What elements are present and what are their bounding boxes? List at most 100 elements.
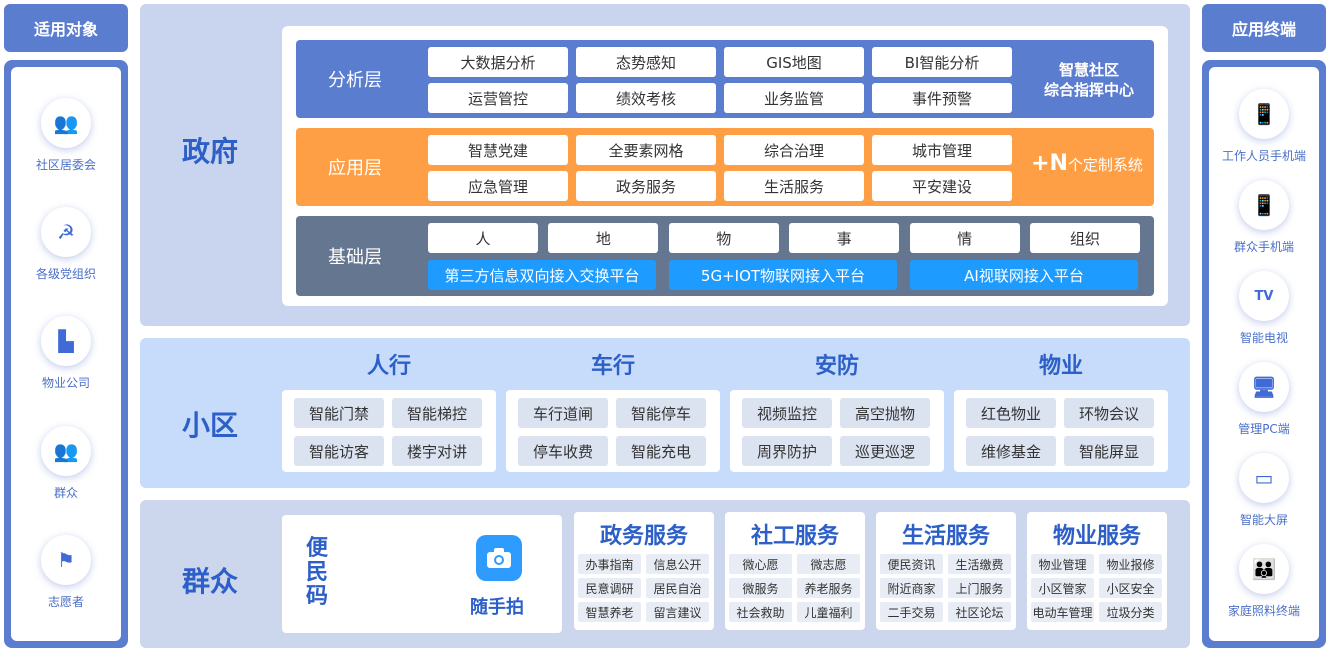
service-item[interactable]: 上门服务 [948,578,1011,598]
left-header: 适用对象 [4,4,128,52]
service-item[interactable]: 生活缴费 [948,554,1011,574]
service-card: 生活服务 便民资讯 生活缴费 附近商家 上门服务 二手交易 社区论坛 [876,512,1016,630]
service-item[interactable]: 附近商家 [880,578,943,598]
analysis-item[interactable]: 态势感知 [576,47,716,77]
service-item[interactable]: 物业报修 [1099,554,1162,574]
community-item[interactable]: 巡更巡逻 [840,436,930,466]
side-item-label: 智能大屏 [1239,513,1288,527]
base-item[interactable]: 情 [909,223,1020,253]
camera-icon[interactable] [476,535,522,581]
side-item[interactable]: ☭ 各级党组织 [36,207,96,282]
side-item[interactable]: ⚑ 志愿者 [41,534,91,610]
community-item[interactable]: 智能门禁 [294,398,384,428]
community-item[interactable]: 高空抛物 [840,398,930,428]
service-item[interactable]: 电动车管理 [1031,602,1094,622]
base-layer-name: 基础层 [328,247,382,268]
service-item[interactable]: 微心愿 [729,554,792,574]
community-item[interactable]: 楼宇对讲 [392,436,482,466]
command-center-line2: 综合指挥中心 [1043,81,1134,99]
service-item[interactable]: 物业管理 [1031,554,1094,574]
government-title: 政府 [182,135,239,168]
side-item[interactable]: 📱 群众手机端 [1234,180,1294,255]
community-item[interactable]: 周界防护 [742,436,832,466]
code-char-3: 码 [306,584,329,609]
snap-label[interactable]: 随手拍 [470,593,524,619]
side-item[interactable]: 📱 工作人员手机端 [1222,89,1306,164]
side-item[interactable]: ▭ 智能大屏 [1239,453,1289,528]
side-item-label: 家庭照料终端 [1227,604,1300,618]
analysis-item[interactable]: BI智能分析 [872,47,1012,77]
application-item[interactable]: 生活服务 [724,171,864,201]
analysis-item[interactable]: 绩效考核 [576,83,716,113]
application-item[interactable]: 平安建设 [872,171,1012,201]
side-item[interactable]: 👪 家庭照料终端 [1228,544,1300,619]
service-item[interactable]: 二手交易 [880,602,943,622]
custom-systems-label: +N个定制系统 [1020,153,1154,175]
community-item[interactable]: 维修基金 [966,436,1056,466]
service-card: 社工服务 微心愿 微志愿 微服务 养老服务 社会救助 儿童福利 [725,512,865,630]
community-group-title: 安防 [814,354,859,379]
community-item[interactable]: 智能屏显 [1064,436,1154,466]
service-item[interactable]: 智慧养老 [578,602,641,622]
convenience-code-label[interactable]: 便 民 码 [306,537,328,609]
service-title: 物业服务 [1052,524,1141,549]
service-item[interactable]: 居民自治 [646,578,709,598]
community-item[interactable]: 车行道闸 [518,398,608,428]
community-group-card: 车行道闸 智能停车 停车收费 智能充电 [506,390,720,472]
service-item[interactable]: 留言建议 [646,602,709,622]
side-item[interactable]: 👥 群众 [41,425,91,501]
service-item[interactable]: 养老服务 [797,578,860,598]
service-item[interactable]: 社会救助 [729,602,792,622]
analysis-layer: 分析层 智慧社区 综合指挥中心 大数据分析 态势感知 GIS地图 BI智能分析 运营管控… [296,40,1154,118]
analysis-item[interactable]: GIS地图 [724,47,864,77]
service-item[interactable]: 小区管家 [1031,578,1094,598]
application-item[interactable]: 综合治理 [724,135,864,165]
side-item-label: 各级党组织 [35,267,96,282]
community-item[interactable]: 环物会议 [1064,398,1154,428]
side-item-label: 工作人员手机端 [1221,149,1306,163]
service-item[interactable]: 便民资讯 [880,554,943,574]
platform-chip[interactable]: 5G+IOT物联网接入平台 [669,260,897,290]
platform-chip[interactable]: AI视联网接入平台 [910,260,1138,290]
analysis-item[interactable]: 业务监管 [724,83,864,113]
public-panel: 群众 便 民 码 随手拍 政务服务 办事指南 信息公开 民意调研 居民自治 智慧养老 留言建… [140,500,1190,648]
application-item[interactable]: 全要素网格 [576,135,716,165]
base-layer: 基础层 人地物事情组织第三方信息双向接入交换平台 5G+IOT物联网接入平台 AI视… [296,216,1154,296]
community-item[interactable]: 智能梯控 [392,398,482,428]
right-panel: 📱 工作人员手机端 📱 群众手机端 TV 智能电视 🖥 管理PC端 ▭ 智能大屏 👪 家庭照料终端 [1202,60,1326,648]
application-item[interactable]: 城市管理 [872,135,1012,165]
analysis-item[interactable]: 运营管控 [428,83,568,113]
analysis-item[interactable]: 事件预警 [872,83,1012,113]
community-item[interactable]: 红色物业 [966,398,1056,428]
service-item[interactable]: 小区安全 [1099,578,1162,598]
base-item[interactable]: 物 [668,223,779,253]
service-item[interactable]: 微服务 [729,578,792,598]
government-panel: 政府 分析层 智慧社区 综合指挥中心 大数据分析 态势感知 GIS地图 BI智能分析运… [140,4,1190,326]
side-item[interactable]: 👥 社区居委会 [36,98,96,173]
side-item[interactable]: ▙ 物业公司 [41,316,91,391]
service-item[interactable]: 微志愿 [797,554,860,574]
community-item[interactable]: 停车收费 [518,436,608,466]
platform-chip[interactable]: 第三方信息双向接入交换平台 [428,260,656,290]
community-item[interactable]: 智能停车 [616,398,706,428]
base-item[interactable]: 组织 [1030,223,1140,253]
service-item[interactable]: 垃圾分类 [1099,602,1162,622]
application-item[interactable]: 应急管理 [428,171,568,201]
community-item[interactable]: 智能访客 [294,436,384,466]
community-item[interactable]: 智能充电 [616,436,706,466]
base-item[interactable]: 人 [428,223,538,253]
service-item[interactable]: 社区论坛 [948,602,1011,622]
service-item[interactable]: 儿童福利 [797,602,860,622]
side-item[interactable]: TV 智能电视 [1239,271,1289,346]
application-item[interactable]: 政务服务 [576,171,716,201]
analysis-item[interactable]: 大数据分析 [428,47,568,77]
service-item[interactable]: 信息公开 [646,554,709,574]
base-item[interactable]: 地 [548,223,659,253]
base-item[interactable]: 事 [789,223,900,253]
community-item[interactable]: 视频监控 [742,398,832,428]
community-title: 小区 [182,409,239,442]
side-item[interactable]: 🖥 管理PC端 [1238,362,1290,437]
service-item[interactable]: 办事指南 [578,554,641,574]
service-item[interactable]: 民意调研 [578,578,641,598]
application-item[interactable]: 智慧党建 [428,135,568,165]
